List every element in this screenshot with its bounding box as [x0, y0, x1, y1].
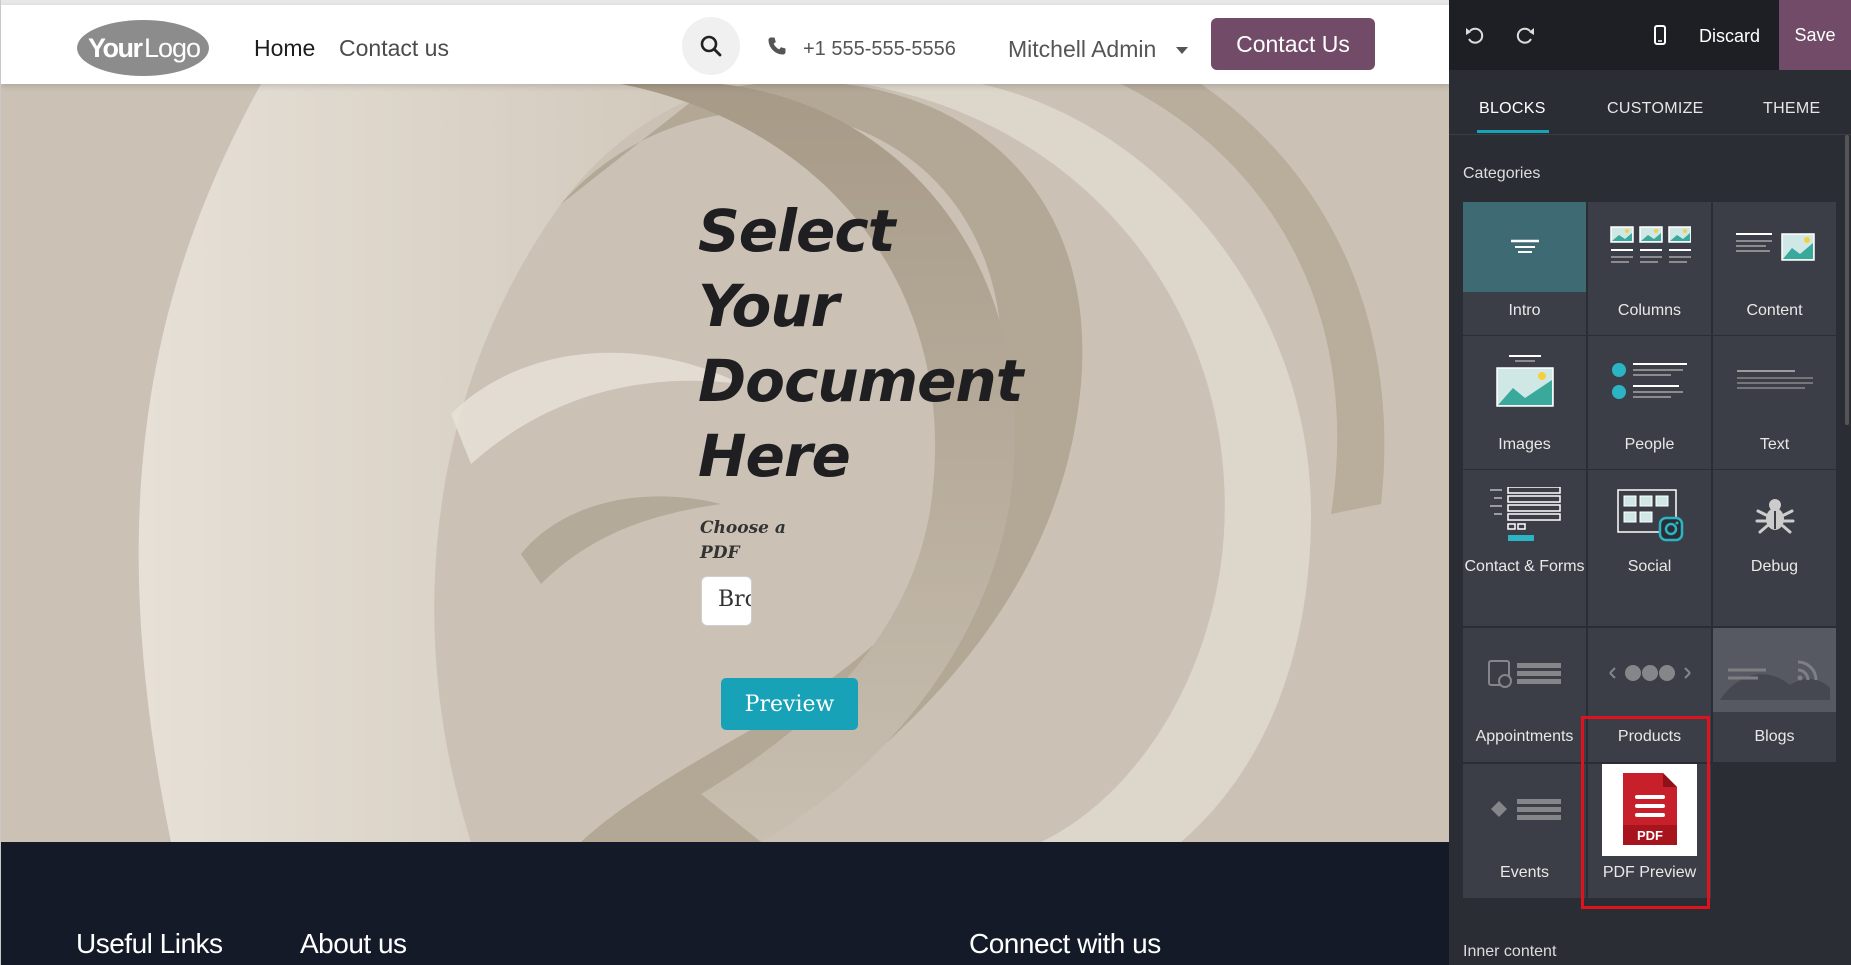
block-intro[interactable]: Intro	[1463, 202, 1586, 335]
save-button[interactable]: Save	[1779, 0, 1851, 70]
footer-heading-about-us: About us	[300, 928, 407, 959]
phone-icon	[768, 37, 786, 55]
appointments-icon	[1463, 628, 1586, 718]
tabs-divider	[1449, 134, 1851, 135]
bug-icon	[1713, 470, 1836, 560]
hero-section: Select Your Document Here Choose a PDF B…	[1, 84, 1449, 842]
panel-scrollbar[interactable]	[1845, 135, 1849, 425]
site-header: Your Logo Home Contact us +1 555-555-555…	[1, 5, 1449, 84]
block-label: Contact & Forms	[1464, 558, 1585, 575]
block-label: People	[1624, 436, 1675, 453]
products-icon	[1588, 628, 1711, 718]
footer-heading-connect: Connect with us	[969, 928, 1161, 959]
block-appointments[interactable]: Appointments	[1463, 628, 1586, 762]
tab-blocks[interactable]: BLOCKS	[1479, 100, 1546, 118]
social-icon	[1588, 470, 1711, 560]
forms-icon	[1463, 470, 1586, 560]
mobile-preview-icon[interactable]	[1649, 24, 1671, 46]
content-icon	[1713, 202, 1836, 292]
svg-text:Your: Your	[88, 33, 143, 63]
pdf-preview-highlight-box	[1581, 716, 1710, 909]
svg-text:Logo: Logo	[144, 33, 200, 63]
contact-us-button[interactable]: Contact Us	[1211, 18, 1375, 70]
block-label: Images	[1498, 436, 1551, 453]
hero-title-line: Select	[698, 197, 895, 265]
redo-icon[interactable]	[1514, 24, 1536, 46]
website-preview: Your Logo Home Contact us +1 555-555-555…	[0, 0, 1449, 965]
block-text[interactable]: Text	[1713, 336, 1836, 469]
block-label: Content	[1746, 302, 1803, 319]
browse-file-input[interactable]: Browse...	[701, 576, 752, 626]
events-icon	[1463, 764, 1586, 854]
chevron-down-icon[interactable]	[1176, 47, 1188, 54]
intro-icon	[1463, 202, 1586, 292]
block-label: Text	[1759, 436, 1790, 453]
block-blogs[interactable]: Blogs	[1713, 628, 1836, 762]
columns-icon	[1588, 202, 1711, 292]
search-icon	[700, 35, 722, 57]
block-people[interactable]: People	[1588, 336, 1711, 469]
active-tab-indicator	[1477, 130, 1549, 133]
tab-theme[interactable]: THEME	[1763, 100, 1821, 118]
block-events[interactable]: Events	[1463, 764, 1586, 898]
block-images[interactable]: Images	[1463, 336, 1586, 469]
block-social[interactable]: Social	[1588, 470, 1711, 626]
block-columns[interactable]: Columns	[1588, 202, 1711, 335]
hero-title-line: Here	[698, 422, 851, 490]
choose-pdf-label: Choose a PDF	[700, 518, 786, 563]
search-button[interactable]	[682, 17, 740, 75]
categories-label: Categories	[1463, 165, 1541, 182]
people-icon	[1588, 336, 1711, 426]
site-footer: Useful Links About us Connect with us	[1, 842, 1449, 965]
editor-toolbar: Discard Save	[1449, 0, 1851, 70]
preview-button[interactable]: Preview	[721, 678, 858, 730]
nav-home[interactable]: Home	[254, 35, 315, 62]
block-debug[interactable]: Debug	[1713, 470, 1836, 626]
block-label: Intro	[1508, 302, 1541, 319]
block-label: Debug	[1750, 558, 1799, 575]
site-logo[interactable]: Your Logo	[76, 19, 210, 77]
text-icon	[1713, 336, 1836, 426]
phone-number[interactable]: +1 555-555-5556	[803, 38, 956, 61]
undo-icon[interactable]	[1464, 24, 1486, 46]
block-contact-forms[interactable]: Contact & Forms	[1463, 470, 1586, 626]
block-content[interactable]: Content	[1713, 202, 1836, 335]
user-menu[interactable]: Mitchell Admin	[1008, 36, 1156, 63]
nav-contact-us[interactable]: Contact us	[339, 35, 449, 62]
block-label: Blogs	[1754, 728, 1795, 745]
hero-title-line: Your	[698, 272, 839, 340]
block-label: Social	[1627, 558, 1672, 575]
hero-title: Select Your Document Here	[698, 194, 1038, 494]
hero-title-line: Document	[698, 347, 1023, 415]
block-label: Events	[1500, 864, 1549, 881]
inner-content-label: Inner content	[1463, 943, 1557, 960]
block-label: Appointments	[1475, 728, 1574, 745]
block-label: Columns	[1617, 302, 1682, 319]
footer-heading-useful-links: Useful Links	[76, 928, 223, 959]
images-icon	[1463, 336, 1586, 426]
blogs-icon	[1713, 628, 1836, 712]
discard-button[interactable]: Discard	[1689, 22, 1770, 51]
tab-customize[interactable]: CUSTOMIZE	[1607, 100, 1704, 118]
